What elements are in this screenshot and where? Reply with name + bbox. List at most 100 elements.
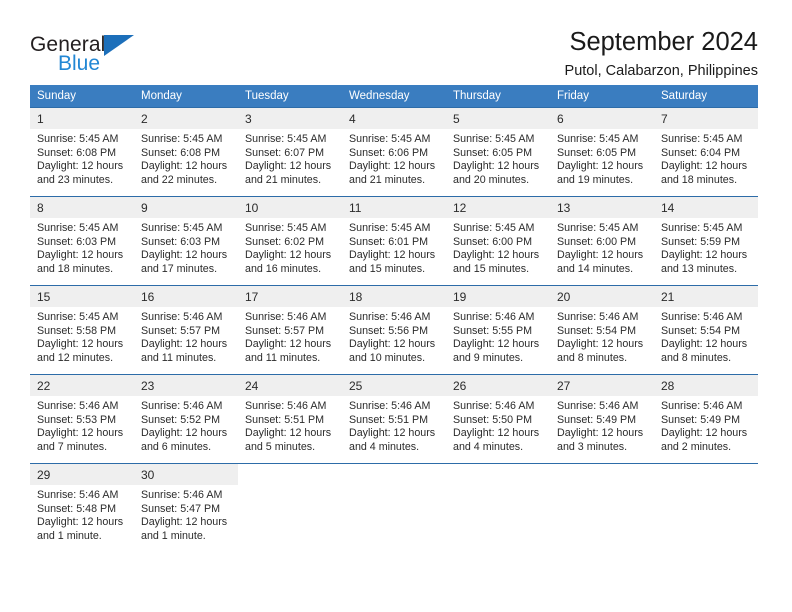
calendar-day-cell[interactable]: 18 Sunrise: 5:46 AM Sunset: 5:56 PM Dayligh…: [342, 285, 446, 375]
calendar-week-row: 22 Sunrise: 5:46 AM Sunset: 5:53 PM Dayligh…: [30, 374, 758, 464]
calendar-day-cell[interactable]: 25 Sunrise: 5:46 AM Sunset: 5:51 PM Dayligh…: [342, 374, 446, 464]
daylight-text-line1: Daylight: 12 hours: [245, 338, 332, 351]
day-number: 10: [238, 197, 342, 218]
weekday-header-friday: Friday: [550, 85, 654, 108]
calendar-day-cell[interactable]: 26 Sunrise: 5:46 AM Sunset: 5:50 PM Dayligh…: [446, 374, 550, 464]
calendar-day-cell[interactable]: 4 Sunrise: 5:45 AM Sunset: 6:06 PM Daylight…: [342, 107, 446, 197]
calendar-day-cell[interactable]: 14 Sunrise: 5:45 AM Sunset: 5:59 PM Dayligh…: [654, 196, 758, 286]
calendar-day-cell[interactable]: 8 Sunrise: 5:45 AM Sunset: 6:03 PM Daylight…: [30, 196, 134, 286]
sunrise-text: Sunrise: 5:45 AM: [453, 133, 535, 145]
daylight-text-line2: and 2 minutes.: [661, 440, 732, 453]
weekday-header-saturday: Saturday: [654, 85, 758, 108]
daylight-text-line2: and 6 minutes.: [141, 440, 212, 453]
sunrise-text: Sunrise: 5:45 AM: [245, 222, 327, 234]
day-number: [550, 464, 654, 485]
day-cell-inner: 3 Sunrise: 5:45 AM Sunset: 6:07 PM Daylight…: [238, 108, 342, 196]
day-cell-inner: 5 Sunrise: 5:45 AM Sunset: 6:05 PM Daylight…: [446, 108, 550, 196]
day-details: Sunrise: 5:46 AM Sunset: 5:50 PM Daylight:…: [446, 396, 550, 454]
daylight-text-line1: Daylight: 12 hours: [557, 427, 644, 440]
sunrise-text: Sunrise: 5:45 AM: [141, 133, 223, 145]
sunrise-text: Sunrise: 5:46 AM: [661, 400, 743, 412]
day-cell-inner: 22 Sunrise: 5:46 AM Sunset: 5:53 PM Dayligh…: [30, 375, 134, 463]
day-number: [446, 464, 550, 485]
day-number: 17: [238, 286, 342, 307]
calendar-day-cell[interactable]: 3 Sunrise: 5:45 AM Sunset: 6:07 PM Daylight…: [238, 107, 342, 197]
day-details: Sunrise: 5:45 AM Sunset: 6:00 PM Daylight:…: [446, 218, 550, 276]
day-number: 8: [30, 197, 134, 218]
day-cell-inner: 2 Sunrise: 5:45 AM Sunset: 6:08 PM Daylight…: [134, 108, 238, 196]
daylight-text-line1: Daylight: 12 hours: [453, 160, 540, 173]
day-details: Sunrise: 5:46 AM Sunset: 5:57 PM Daylight:…: [238, 307, 342, 365]
day-details: Sunrise: 5:45 AM Sunset: 6:05 PM Daylight:…: [550, 129, 654, 187]
calendar-day-cell: [446, 463, 550, 550]
day-cell-inner: 9 Sunrise: 5:45 AM Sunset: 6:03 PM Daylight…: [134, 197, 238, 285]
calendar-day-cell[interactable]: 22 Sunrise: 5:46 AM Sunset: 5:53 PM Dayligh…: [30, 374, 134, 464]
daylight-text-line2: and 23 minutes.: [37, 173, 114, 186]
calendar-day-cell[interactable]: 7 Sunrise: 5:45 AM Sunset: 6:04 PM Daylight…: [654, 107, 758, 197]
calendar-day-cell[interactable]: 27 Sunrise: 5:46 AM Sunset: 5:49 PM Dayligh…: [550, 374, 654, 464]
daylight-text-line1: Daylight: 12 hours: [453, 249, 540, 262]
weekday-header-monday: Monday: [134, 85, 238, 108]
calendar-day-cell: [342, 463, 446, 550]
day-number: 27: [550, 375, 654, 396]
calendar-day-cell[interactable]: 5 Sunrise: 5:45 AM Sunset: 6:05 PM Daylight…: [446, 107, 550, 197]
calendar-day-cell[interactable]: 15 Sunrise: 5:45 AM Sunset: 5:58 PM Dayligh…: [30, 285, 134, 375]
calendar-day-cell[interactable]: 30 Sunrise: 5:46 AM Sunset: 5:47 PM Dayligh…: [134, 463, 238, 550]
calendar-day-cell: [238, 463, 342, 550]
calendar-day-cell[interactable]: 23 Sunrise: 5:46 AM Sunset: 5:52 PM Dayligh…: [134, 374, 238, 464]
day-cell-inner: 14 Sunrise: 5:45 AM Sunset: 5:59 PM Dayligh…: [654, 197, 758, 285]
daylight-text-line2: and 15 minutes.: [453, 262, 530, 275]
daylight-text-line1: Daylight: 12 hours: [141, 516, 228, 529]
daylight-text-line1: Daylight: 12 hours: [453, 427, 540, 440]
day-cell-inner: 29 Sunrise: 5:46 AM Sunset: 5:48 PM Dayligh…: [30, 464, 134, 550]
daylight-text-line2: and 17 minutes.: [141, 262, 218, 275]
day-number: 28: [654, 375, 758, 396]
calendar-day-cell[interactable]: 29 Sunrise: 5:46 AM Sunset: 5:48 PM Dayligh…: [30, 463, 134, 550]
day-cell-inner: [550, 464, 654, 550]
title-block: September 2024 Putol, Calabarzon, Philip…: [565, 28, 758, 81]
daylight-text-line2: and 3 minutes.: [557, 440, 628, 453]
calendar-week-row: 15 Sunrise: 5:45 AM Sunset: 5:58 PM Dayligh…: [30, 285, 758, 375]
sunrise-text: Sunrise: 5:46 AM: [141, 400, 223, 412]
calendar-day-cell[interactable]: 16 Sunrise: 5:46 AM Sunset: 5:57 PM Dayligh…: [134, 285, 238, 375]
daylight-text-line1: Daylight: 12 hours: [453, 338, 540, 351]
day-number: 20: [550, 286, 654, 307]
day-details: Sunrise: 5:46 AM Sunset: 5:57 PM Daylight:…: [134, 307, 238, 365]
day-cell-inner: 21 Sunrise: 5:46 AM Sunset: 5:54 PM Dayligh…: [654, 286, 758, 374]
day-cell-inner: [654, 464, 758, 550]
sunset-text: Sunset: 5:49 PM: [557, 413, 637, 426]
calendar-day-cell[interactable]: 6 Sunrise: 5:45 AM Sunset: 6:05 PM Daylight…: [550, 107, 654, 197]
day-cell-inner: [342, 464, 446, 550]
calendar-day-cell[interactable]: 11 Sunrise: 5:45 AM Sunset: 6:01 PM Dayligh…: [342, 196, 446, 286]
calendar-day-cell[interactable]: 12 Sunrise: 5:45 AM Sunset: 6:00 PM Dayligh…: [446, 196, 550, 286]
sunset-text: Sunset: 6:03 PM: [37, 235, 117, 248]
calendar-day-cell[interactable]: 24 Sunrise: 5:46 AM Sunset: 5:51 PM Dayligh…: [238, 374, 342, 464]
calendar-day-cell[interactable]: 17 Sunrise: 5:46 AM Sunset: 5:57 PM Dayligh…: [238, 285, 342, 375]
calendar-day-cell[interactable]: 19 Sunrise: 5:46 AM Sunset: 5:55 PM Dayligh…: [446, 285, 550, 375]
calendar-day-cell[interactable]: 21 Sunrise: 5:46 AM Sunset: 5:54 PM Dayligh…: [654, 285, 758, 375]
sunset-text: Sunset: 5:52 PM: [141, 413, 221, 426]
calendar-day-cell[interactable]: 28 Sunrise: 5:46 AM Sunset: 5:49 PM Dayligh…: [654, 374, 758, 464]
calendar-day-cell[interactable]: 10 Sunrise: 5:45 AM Sunset: 6:02 PM Dayligh…: [238, 196, 342, 286]
day-cell-inner: [238, 464, 342, 550]
day-details: Sunrise: 5:45 AM Sunset: 6:03 PM Daylight:…: [30, 218, 134, 276]
day-number: [238, 464, 342, 485]
calendar-day-cell[interactable]: 20 Sunrise: 5:46 AM Sunset: 5:54 PM Dayligh…: [550, 285, 654, 375]
sunrise-text: Sunrise: 5:46 AM: [349, 400, 431, 412]
day-cell-inner: 12 Sunrise: 5:45 AM Sunset: 6:00 PM Dayligh…: [446, 197, 550, 285]
calendar-day-cell[interactable]: 13 Sunrise: 5:45 AM Sunset: 6:00 PM Dayligh…: [550, 196, 654, 286]
daylight-text-line2: and 12 minutes.: [37, 351, 114, 364]
sunrise-text: Sunrise: 5:45 AM: [37, 133, 119, 145]
day-details: Sunrise: 5:46 AM Sunset: 5:48 PM Daylight:…: [30, 485, 134, 543]
daylight-text-line2: and 18 minutes.: [37, 262, 114, 275]
sunset-text: Sunset: 5:49 PM: [661, 413, 741, 426]
sunset-text: Sunset: 6:07 PM: [245, 146, 325, 159]
calendar-day-cell[interactable]: 9 Sunrise: 5:45 AM Sunset: 6:03 PM Daylight…: [134, 196, 238, 286]
calendar-day-cell[interactable]: 2 Sunrise: 5:45 AM Sunset: 6:08 PM Daylight…: [134, 107, 238, 197]
sunset-text: Sunset: 6:01 PM: [349, 235, 429, 248]
day-details: Sunrise: 5:45 AM Sunset: 6:00 PM Daylight:…: [550, 218, 654, 276]
general-blue-logo[interactable]: General Blue: [30, 28, 200, 88]
sunrise-text: Sunrise: 5:45 AM: [245, 133, 327, 145]
daylight-text-line1: Daylight: 12 hours: [141, 160, 228, 173]
calendar-day-cell[interactable]: 1 Sunrise: 5:45 AM Sunset: 6:08 PM Daylight…: [30, 107, 134, 197]
